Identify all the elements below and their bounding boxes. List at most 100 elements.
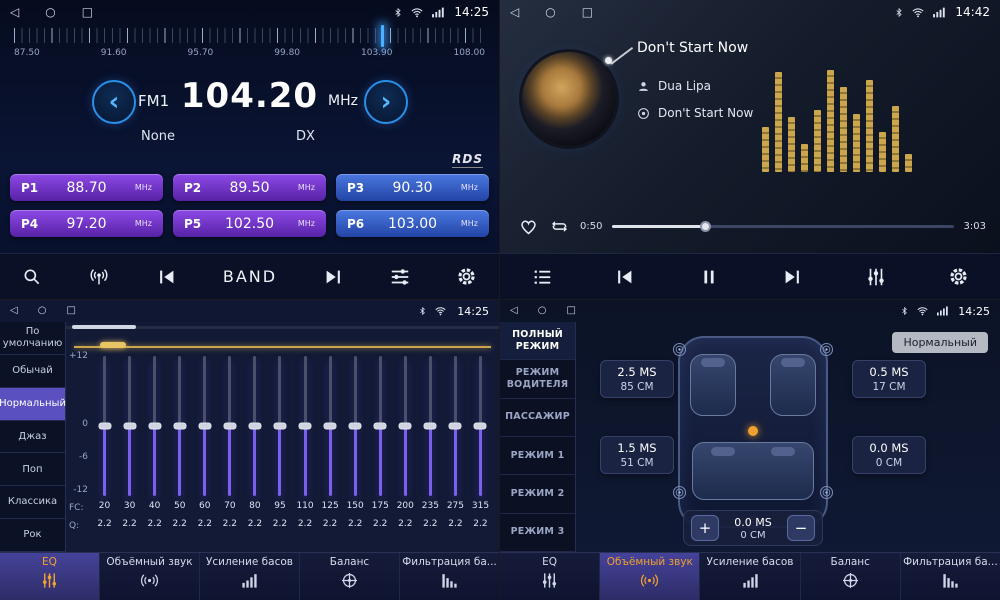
eq-slider-handle[interactable] (173, 423, 186, 430)
increase-delay-button[interactable]: + (691, 515, 719, 541)
eq-band-slider[interactable] (429, 356, 432, 496)
tab-bass-boost[interactable]: Усиление басов (700, 553, 800, 600)
eq-band-slider[interactable] (253, 356, 256, 496)
eq-preset-item[interactable]: Классика (0, 486, 65, 519)
eq-slider-handle[interactable] (349, 423, 362, 430)
tab-surround-sound[interactable]: Объёмный звук (600, 553, 700, 600)
recents-square-icon[interactable]: □ (566, 306, 575, 316)
eq-band-slider[interactable] (329, 356, 332, 496)
delay-front-left[interactable]: 2.5 MS 85 CM (600, 360, 674, 398)
tab-balance[interactable]: Баланс (801, 553, 901, 600)
eq-preset-item[interactable]: Поп (0, 453, 65, 486)
eq-band-slider[interactable] (278, 356, 281, 496)
settings-gear-icon[interactable] (948, 266, 969, 287)
pause-icon[interactable] (698, 266, 720, 288)
eq-band-slider[interactable] (153, 356, 156, 496)
back-icon[interactable]: ◁ (510, 306, 518, 316)
back-icon[interactable]: ◁ (10, 306, 18, 316)
eq-slider-handle[interactable] (374, 423, 387, 430)
eq-band-slider[interactable] (404, 356, 407, 496)
listening-mode-item[interactable]: ПОЛНЫЙ РЕЖИМ (500, 322, 575, 360)
tune-sliders-icon[interactable] (389, 266, 411, 288)
listening-mode-item[interactable]: РЕЖИМ 3 (500, 514, 575, 552)
recents-square-icon[interactable]: □ (582, 6, 593, 18)
tab-bass-boost[interactable]: Усиление басов (200, 553, 300, 600)
home-circle-icon[interactable]: ○ (538, 306, 547, 316)
skip-next-icon[interactable] (322, 266, 344, 288)
tab-filter[interactable]: Фильтрация ба... (901, 553, 1000, 600)
tab-eq[interactable]: EQ (0, 553, 100, 600)
radio-preset-button[interactable]: P3 90.30 MHz (336, 174, 489, 201)
equalizer-icon[interactable] (865, 266, 887, 288)
radio-preset-button[interactable]: P1 88.70 MHz (10, 174, 163, 201)
master-level-slider[interactable] (74, 346, 491, 348)
eq-slider-handle[interactable] (198, 423, 211, 430)
progress-knob[interactable] (700, 221, 711, 232)
listening-mode-item[interactable]: РЕЖИМ 1 (500, 437, 575, 475)
settings-gear-icon[interactable] (456, 266, 477, 287)
listening-mode-item[interactable]: ПАССАЖИР (500, 399, 575, 437)
eq-slider-handle[interactable] (449, 423, 462, 430)
skip-next-icon[interactable] (781, 266, 803, 288)
eq-slider-handle[interactable] (424, 423, 437, 430)
radio-preset-button[interactable]: P2 89.50 MHz (173, 174, 326, 201)
tab-filter[interactable]: Фильтрация ба... (400, 553, 499, 600)
eq-band-slider[interactable] (203, 356, 206, 496)
repeat-icon[interactable] (549, 216, 570, 237)
eq-band-slider[interactable] (128, 356, 131, 496)
eq-slider-handle[interactable] (148, 423, 161, 430)
eq-band-slider[interactable] (379, 356, 382, 496)
eq-slider-handle[interactable] (248, 423, 261, 430)
radio-broadcast-icon[interactable] (87, 266, 111, 288)
radio-preset-button[interactable]: P4 97.20 MHz (10, 210, 163, 237)
delay-front-right[interactable]: 0.5 MS 17 CM (852, 360, 926, 398)
search-icon[interactable] (22, 267, 42, 287)
eq-preset-item[interactable]: Рок (0, 519, 65, 552)
progress-track[interactable] (612, 225, 953, 228)
delay-rear-left[interactable]: 1.5 MS 51 CM (600, 436, 674, 474)
delay-rear-right[interactable]: 0.0 MS 0 CM (852, 436, 926, 474)
eq-band-slider[interactable] (304, 356, 307, 496)
eq-slider-handle[interactable] (98, 423, 111, 430)
skip-previous-icon[interactable] (614, 266, 636, 288)
eq-slider-handle[interactable] (223, 423, 236, 430)
tab-surround-sound[interactable]: Объёмный звук (100, 553, 200, 600)
eq-slider-handle[interactable] (273, 423, 286, 430)
tab-balance[interactable]: Баланс (300, 553, 400, 600)
eq-preset-item[interactable]: По умолчанию (0, 322, 65, 355)
eq-slider-handle[interactable] (299, 423, 312, 430)
decrease-delay-button[interactable]: − (787, 515, 815, 541)
eq-preset-item[interactable]: Обычай (0, 355, 65, 388)
eq-band-slider[interactable] (103, 356, 106, 496)
band-button[interactable]: BAND (223, 267, 277, 286)
tab-eq[interactable]: EQ (500, 553, 600, 600)
eq-band-slider[interactable] (454, 356, 457, 496)
eq-band-slider[interactable] (228, 356, 231, 496)
recents-square-icon[interactable]: □ (82, 6, 93, 18)
eq-slider-handle[interactable] (474, 423, 487, 430)
playlist-icon[interactable] (531, 266, 553, 288)
master-level-knob[interactable] (100, 342, 126, 348)
eq-slider-handle[interactable] (399, 423, 412, 430)
recents-square-icon[interactable]: □ (66, 306, 75, 316)
eq-preset-item[interactable]: Джаз (0, 421, 65, 454)
eq-preset-item[interactable]: Нормальный (0, 388, 65, 421)
eq-slider-handle[interactable] (324, 423, 337, 430)
scroll-thumb[interactable] (72, 325, 136, 329)
home-circle-icon[interactable]: ○ (545, 6, 555, 18)
radio-preset-button[interactable]: P5 102.50 MHz (173, 210, 326, 237)
back-icon[interactable]: ◁ (510, 6, 519, 18)
eq-slider-handle[interactable] (123, 423, 136, 430)
eq-band-slider[interactable] (178, 356, 181, 496)
favorite-heart-icon[interactable] (518, 216, 539, 237)
home-circle-icon[interactable]: ○ (38, 306, 47, 316)
listening-mode-item[interactable]: РЕЖИМ ВОДИТЕЛЯ (500, 360, 575, 398)
eq-band-slider[interactable] (354, 356, 357, 496)
skip-previous-icon[interactable] (156, 266, 178, 288)
surround-preset-chip[interactable]: Нормальный (892, 332, 988, 353)
home-circle-icon[interactable]: ○ (45, 6, 55, 18)
radio-preset-button[interactable]: P6 103.00 MHz (336, 210, 489, 237)
listening-mode-item[interactable]: РЕЖИМ 2 (500, 475, 575, 513)
eq-band-slider[interactable] (479, 356, 482, 496)
back-icon[interactable]: ◁ (10, 6, 19, 18)
